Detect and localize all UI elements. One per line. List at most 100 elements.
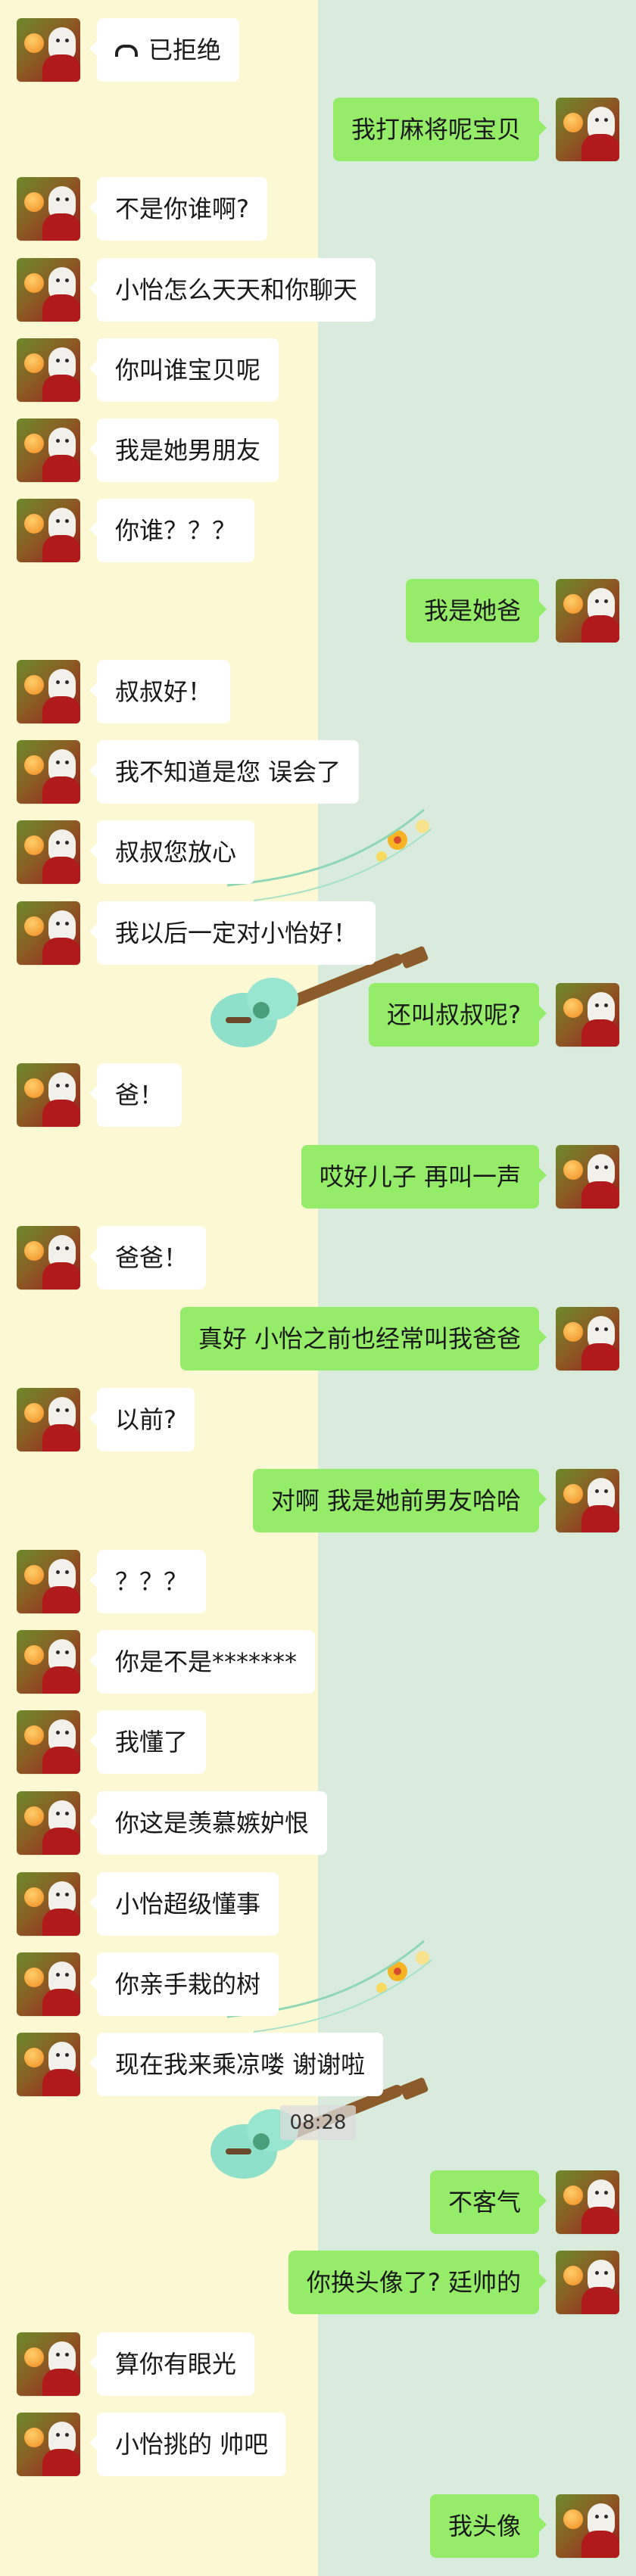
- message-bubble-outgoing[interactable]: 对啊 我是她前男友哈哈: [252, 1469, 547, 1532]
- self-avatar[interactable]: [556, 2170, 619, 2234]
- message-row-outgoing: 我是她爸: [0, 579, 636, 642]
- message-bubble-incoming[interactable]: 爸！: [89, 1063, 182, 1127]
- message-text: 我懂了: [115, 1728, 189, 1756]
- message-text: 叔叔您放心: [115, 838, 237, 866]
- message-bubble-incoming[interactable]: 爸爸！: [89, 1226, 207, 1290]
- message-bubble-incoming[interactable]: 你叫谁宝贝呢: [89, 338, 279, 402]
- message-row-incoming: 我不知道是您 误会了: [0, 740, 636, 804]
- sender-avatar[interactable]: [17, 1388, 80, 1451]
- sender-avatar[interactable]: [17, 258, 80, 322]
- message-row-outgoing: 不客气: [0, 2170, 636, 2234]
- message-bubble-outgoing[interactable]: 还叫叔叔呢?: [369, 983, 547, 1047]
- message-text: 以前?: [115, 1405, 176, 1434]
- message-text: 爸爸！: [115, 1243, 189, 1272]
- message-text: 我头像: [447, 2512, 521, 2540]
- message-bubble-incoming[interactable]: 已拒绝: [89, 18, 240, 82]
- message-text: 你换头像了? 廷帅的: [306, 2268, 521, 2297]
- message-bubble-incoming[interactable]: 现在我来乘凉喽 谢谢啦: [89, 2033, 384, 2096]
- message-bubble-incoming[interactable]: 我是她男朋友: [89, 418, 279, 482]
- message-bubble-outgoing[interactable]: 我是她爸: [405, 579, 547, 642]
- sender-avatar[interactable]: [17, 901, 80, 965]
- message-row-incoming: 已拒绝: [0, 18, 636, 82]
- message-bubble-incoming[interactable]: 你这是羡慕嫉妒恨: [89, 1791, 328, 1855]
- message-bubble-outgoing[interactable]: 你换头像了? 廷帅的: [288, 2251, 547, 2314]
- message-bubble-incoming[interactable]: 我不知道是您 误会了: [89, 740, 360, 804]
- sender-avatar[interactable]: [17, 2413, 80, 2476]
- message-bubble-incoming[interactable]: 叔叔您放心: [89, 820, 255, 884]
- sender-avatar[interactable]: [17, 1952, 80, 2016]
- message-text: 你这是羡慕嫉妒恨: [115, 1809, 310, 1837]
- message-bubble-outgoing[interactable]: 哎好儿子 再叫一声: [301, 1145, 547, 1209]
- message-row-incoming: 小怡怎么天天和你聊天: [0, 258, 636, 322]
- message-bubble-incoming[interactable]: 叔叔好！: [89, 660, 231, 723]
- self-avatar[interactable]: [556, 579, 619, 642]
- sender-avatar[interactable]: [17, 2033, 80, 2096]
- sender-avatar[interactable]: [17, 1872, 80, 1936]
- message-row-incoming: 你这是羡慕嫉妒恨: [0, 1791, 636, 1855]
- sender-avatar[interactable]: [17, 1550, 80, 1613]
- message-bubble-incoming[interactable]: 你亲手栽的树: [89, 1952, 279, 2016]
- message-bubble-incoming[interactable]: 以前?: [89, 1388, 195, 1451]
- message-bubble-incoming[interactable]: 不是你谁啊?: [89, 177, 267, 241]
- message-text: 叔叔好！: [115, 677, 213, 706]
- message-row-incoming: 小怡挑的 帅吧: [0, 2413, 636, 2476]
- message-row-incoming: 我以后一定对小怡好！: [0, 901, 636, 965]
- self-avatar[interactable]: [556, 2494, 619, 2558]
- message-row-incoming: 叔叔您放心: [0, 820, 636, 884]
- sender-avatar[interactable]: [17, 418, 80, 482]
- message-bubble-incoming[interactable]: 我懂了: [89, 1710, 207, 1774]
- sender-avatar[interactable]: [17, 338, 80, 402]
- message-text: 你是不是*******: [115, 1647, 298, 1676]
- sender-avatar[interactable]: [17, 660, 80, 723]
- message-row-outgoing: 我头像: [0, 2494, 636, 2558]
- sender-avatar[interactable]: [17, 1710, 80, 1774]
- self-avatar[interactable]: [556, 983, 619, 1047]
- message-row-incoming: 我是她男朋友: [0, 418, 636, 482]
- message-text: 我是她爸: [423, 596, 521, 625]
- self-avatar[interactable]: [556, 1307, 619, 1370]
- message-text: 爸！: [115, 1081, 164, 1109]
- message-bubble-incoming[interactable]: 我以后一定对小怡好！: [89, 901, 376, 965]
- message-row-outgoing: 真好 小怡之前也经常叫我爸爸: [0, 1307, 636, 1370]
- sender-avatar[interactable]: [17, 1630, 80, 1694]
- sender-avatar[interactable]: [17, 18, 80, 82]
- self-avatar[interactable]: [556, 98, 619, 161]
- message-bubble-outgoing[interactable]: 我打麻将呢宝贝: [332, 98, 547, 161]
- sender-avatar[interactable]: [17, 740, 80, 804]
- message-text: 哎好儿子 再叫一声: [319, 1162, 521, 1191]
- message-bubble-outgoing[interactable]: 不客气: [429, 2170, 547, 2234]
- message-bubble-outgoing[interactable]: 我头像: [429, 2494, 547, 2558]
- message-row-outgoing: 我打麻将呢宝贝: [0, 98, 636, 161]
- sender-avatar[interactable]: [17, 1063, 80, 1127]
- message-row-incoming: 算你有眼光: [0, 2332, 636, 2396]
- message-bubble-incoming[interactable]: 小怡挑的 帅吧: [89, 2413, 287, 2476]
- message-text: 已拒绝: [148, 36, 222, 64]
- message-row-incoming: 以前?: [0, 1388, 636, 1451]
- message-row-incoming: ？？？: [0, 1550, 636, 1613]
- sender-avatar[interactable]: [17, 499, 80, 562]
- message-row-outgoing: 哎好儿子 再叫一声: [0, 1145, 636, 1209]
- message-bubble-incoming[interactable]: 小怡怎么天天和你聊天: [89, 258, 376, 322]
- message-bubble-incoming[interactable]: 你是不是*******: [89, 1630, 316, 1694]
- message-row-incoming: 你叫谁宝贝呢: [0, 338, 636, 402]
- message-timestamp: 08:28: [280, 2105, 356, 2140]
- message-bubble-incoming[interactable]: 小怡超级懂事: [89, 1872, 279, 1936]
- sender-avatar[interactable]: [17, 177, 80, 241]
- self-avatar[interactable]: [556, 1469, 619, 1532]
- phone-icon: [115, 45, 138, 57]
- message-text: 我打麻将呢宝贝: [351, 115, 521, 144]
- message-row-incoming: 爸爸！: [0, 1226, 636, 1290]
- self-avatar[interactable]: [556, 2251, 619, 2314]
- message-bubble-incoming[interactable]: ？？？: [89, 1550, 207, 1613]
- message-bubble-incoming[interactable]: 算你有眼光: [89, 2332, 255, 2396]
- message-text: 小怡挑的 帅吧: [115, 2430, 269, 2459]
- sender-avatar[interactable]: [17, 820, 80, 884]
- message-text: 我是她男朋友: [115, 436, 261, 465]
- sender-avatar[interactable]: [17, 1791, 80, 1855]
- message-bubble-incoming[interactable]: 你谁？？？: [89, 499, 255, 562]
- sender-avatar[interactable]: [17, 1226, 80, 1290]
- message-bubble-outgoing[interactable]: 真好 小怡之前也经常叫我爸爸: [179, 1307, 547, 1370]
- self-avatar[interactable]: [556, 1145, 619, 1209]
- message-text: 你谁？？？: [115, 516, 237, 545]
- sender-avatar[interactable]: [17, 2332, 80, 2396]
